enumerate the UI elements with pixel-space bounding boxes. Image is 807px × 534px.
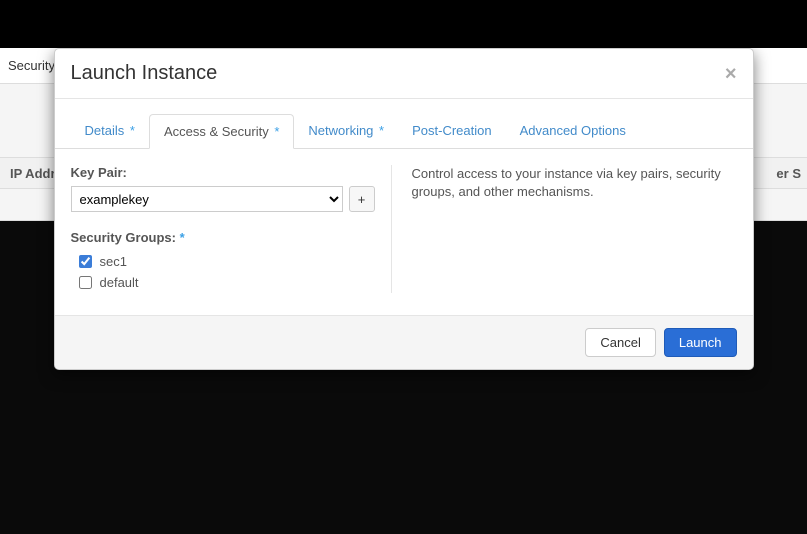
tab-post-creation[interactable]: Post-Creation <box>398 114 505 149</box>
required-star: * <box>379 123 384 138</box>
tab-label: Post-Creation <box>412 123 491 138</box>
launch-instance-modal: Launch Instance × Details * Access & Sec… <box>54 48 754 370</box>
sg-name[interactable]: default <box>100 275 139 290</box>
modal-header: Launch Instance × <box>55 49 753 99</box>
close-icon[interactable]: × <box>725 64 737 84</box>
key-pair-select[interactable]: examplekey <box>71 186 343 212</box>
required-star: * <box>130 123 135 138</box>
key-pair-label: Key Pair: <box>71 165 375 180</box>
cancel-button[interactable]: Cancel <box>585 328 655 357</box>
tab-label: Access & Security <box>164 124 269 139</box>
security-groups-label: Security Groups: * <box>71 230 375 245</box>
sg-name[interactable]: sec1 <box>100 254 127 269</box>
tab-networking[interactable]: Networking * <box>294 114 398 149</box>
required-star: * <box>180 230 185 245</box>
sg-checkbox-default[interactable] <box>79 276 92 289</box>
help-column: Control access to your instance via key … <box>391 165 733 293</box>
sg-checkbox-sec1[interactable] <box>79 255 92 268</box>
tab-advanced-options[interactable]: Advanced Options <box>506 114 640 149</box>
launch-button[interactable]: Launch <box>664 328 737 357</box>
tab-label: Advanced Options <box>520 123 626 138</box>
security-groups-list: sec1 default <box>71 251 375 293</box>
sg-label-text: Security Groups: <box>71 230 176 245</box>
form-column: Key Pair: examplekey + Security Groups: … <box>71 165 391 293</box>
modal-footer: Cancel Launch <box>55 315 753 369</box>
list-item: default <box>71 272 375 293</box>
list-item: sec1 <box>71 251 375 272</box>
help-text: Control access to your instance via key … <box>412 165 733 201</box>
tab-label: Networking <box>308 123 373 138</box>
tab-details[interactable]: Details * <box>71 114 149 149</box>
tab-access-security[interactable]: Access & Security * <box>149 114 294 149</box>
tab-label: Details <box>85 123 125 138</box>
add-key-pair-button[interactable]: + <box>349 186 375 212</box>
modal-title: Launch Instance <box>71 62 218 85</box>
modal-tabs: Details * Access & Security * Networking… <box>55 114 753 149</box>
required-star: * <box>274 124 279 139</box>
